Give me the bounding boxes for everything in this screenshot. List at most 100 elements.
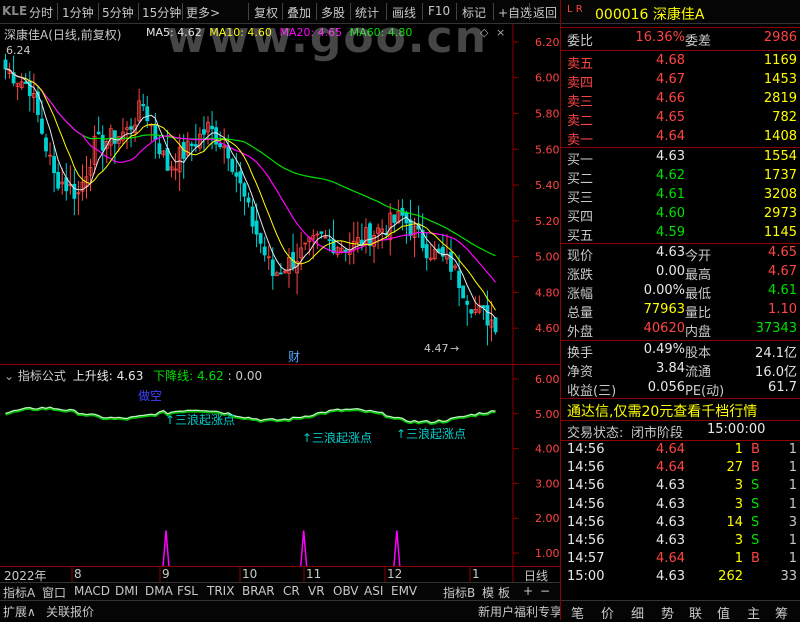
tick-time: 14:57 [567, 551, 605, 567]
promo-banner[interactable]: 通达信,仅需20元查看千档行情 [567, 401, 799, 421]
bid-row[interactable]: 买二 4.62 1737 [567, 168, 799, 187]
ask-label: 卖五 [567, 57, 594, 72]
finance-marker[interactable]: 财 [288, 348, 300, 365]
bid-label: 买三 [567, 191, 594, 206]
tick-row: 14:56 4.63 3 S 1 [567, 533, 799, 552]
bid-row[interactable]: 买四 4.60 2973 [567, 206, 799, 225]
tab-chips[interactable]: 筹 [775, 603, 788, 622]
wave-label-3: ↑三浪起涨点 [396, 427, 467, 441]
tab-asi[interactable]: ASI [364, 584, 383, 598]
tab-price[interactable]: 价 [601, 603, 614, 622]
tick-count: 1 [788, 496, 797, 512]
tab-board[interactable]: 板 [498, 584, 510, 601]
fund-label: 流通 [685, 365, 712, 380]
minus-icon[interactable]: − [540, 584, 550, 598]
candle-body [40, 118, 44, 134]
tab-macd[interactable]: MACD [74, 584, 110, 598]
candle-body [485, 305, 490, 326]
tab-related-quotes[interactable]: 关联报价 [46, 603, 94, 620]
tab-dmi[interactable]: DMI [115, 584, 138, 598]
tab-trade[interactable]: 笔 [571, 603, 584, 622]
tab-main[interactable]: 主 [747, 603, 760, 622]
ind-y-tick-label: 3.00 [535, 477, 560, 490]
tab-trend[interactable]: 势 [661, 603, 674, 622]
tab-brar[interactable]: BRAR [242, 584, 275, 598]
tab-indicator-b[interactable]: 指标B [443, 584, 475, 601]
tab-cr[interactable]: CR [283, 584, 300, 598]
toolbar-1min[interactable]: 1分钟 [62, 4, 94, 21]
stat-label: 涨幅 [567, 287, 594, 302]
promo-link[interactable]: 新用户福利专享 [478, 603, 562, 620]
app-logo: KLE [2, 4, 28, 18]
candle-body [327, 239, 332, 242]
tab-template[interactable]: 模 [482, 584, 494, 601]
kline-chart[interactable]: 6.20 6.00 5.80 5.60 5.40 5.20 5.00 4.80 4.60 深康佳… [0, 12, 560, 365]
tick-time: 14:56 [567, 514, 605, 530]
x-label-oct: 10 [242, 567, 258, 581]
bid-price: 4.61 [656, 187, 685, 202]
tab-emv[interactable]: EMV [391, 584, 417, 598]
tick-volume: 27 [726, 460, 743, 476]
up-line-label: 上升线: [72, 369, 113, 383]
tick-price: 4.63 [656, 569, 685, 585]
bid-row[interactable]: 买三 4.61 3208 [567, 187, 799, 206]
toolbar-back[interactable]: 返回 [533, 4, 557, 21]
tab-linked[interactable]: 联 [689, 603, 702, 622]
candle-body [449, 251, 453, 272]
ask-row[interactable]: 卖四 4.67 1453 [567, 72, 799, 91]
tab-trix[interactable]: TRIX [207, 584, 234, 598]
candle-body [392, 214, 397, 223]
candle-body [189, 143, 194, 146]
bid-row[interactable]: 买一 4.63 1554 [567, 149, 799, 168]
candle-body [157, 143, 162, 155]
tab-expand[interactable]: 扩展∧ [3, 603, 36, 620]
stat-value: 0.00 [656, 264, 685, 279]
candle-body [424, 244, 429, 259]
tab-window[interactable]: 窗口 [42, 584, 66, 601]
signal-spike [299, 530, 308, 567]
y-tick-label: 4.60 [535, 322, 560, 335]
weibi-label: 委比 [567, 34, 594, 49]
short-signal-label: 做空 [138, 389, 163, 403]
close-icon[interactable]: × [496, 26, 505, 39]
tick-row: 14:57 4.64 1 B 1 [567, 551, 799, 570]
signal-spike [162, 530, 170, 567]
x-label-jan: 1 [472, 567, 480, 581]
tick-price: 4.63 [656, 478, 685, 494]
wave-label-1: ↑三浪起涨点 [165, 413, 236, 427]
add-icon[interactable]: + [523, 584, 533, 598]
stat-row: 总量 77963 量比 1.10 [567, 302, 799, 321]
ask-row[interactable]: 卖五 4.68 1169 [567, 53, 799, 72]
tab-indicator-a[interactable]: 指标A [3, 584, 35, 601]
stat-label: 总量 [567, 306, 594, 321]
indicator-panel[interactable]: 6.00 5.00 4.00 3.00 2.00 1.00 ⌄ 指标公式 上升线: 4.6… [0, 364, 560, 567]
tab-obv[interactable]: OBV [333, 584, 359, 598]
tick-count: 3 [788, 514, 797, 530]
toolbar-add-watchlist[interactable]: +自选 [498, 4, 532, 21]
tick-price: 4.63 [656, 496, 685, 512]
toolbar-intraday[interactable]: 分时 [29, 4, 53, 21]
tab-vr[interactable]: VR [308, 584, 325, 598]
toolbar-5min[interactable]: 5分钟 [102, 4, 134, 21]
candle-body [145, 106, 150, 122]
tick-count: 1 [788, 551, 797, 567]
tab-value[interactable]: 值 [717, 603, 730, 622]
tab-dma[interactable]: DMA [145, 584, 173, 598]
stat-value: 37343 [755, 321, 797, 336]
ask-row[interactable]: 卖二 4.65 782 [567, 110, 799, 129]
tab-detail[interactable]: 细 [631, 603, 644, 622]
ask-volume: 1169 [763, 53, 797, 68]
tick-direction: S [751, 496, 760, 512]
tick-direction: S [751, 478, 760, 494]
bid-row[interactable]: 买五 4.59 1145 [567, 225, 799, 244]
chevron-down-icon[interactable]: ⌄ [4, 369, 14, 383]
ask-row[interactable]: 卖三 4.66 2819 [567, 91, 799, 110]
candle-body [238, 171, 243, 184]
tick-volume: 262 [718, 569, 743, 585]
ask-row[interactable]: 卖一 4.64 1408 [567, 129, 799, 148]
tick-direction: B [751, 460, 760, 476]
tick-time: 14:56 [567, 533, 605, 548]
tab-fsl[interactable]: FSL [177, 584, 198, 598]
candle-body [262, 246, 267, 256]
stat-row: 涨幅 0.00% 最低 4.61 [567, 283, 799, 302]
